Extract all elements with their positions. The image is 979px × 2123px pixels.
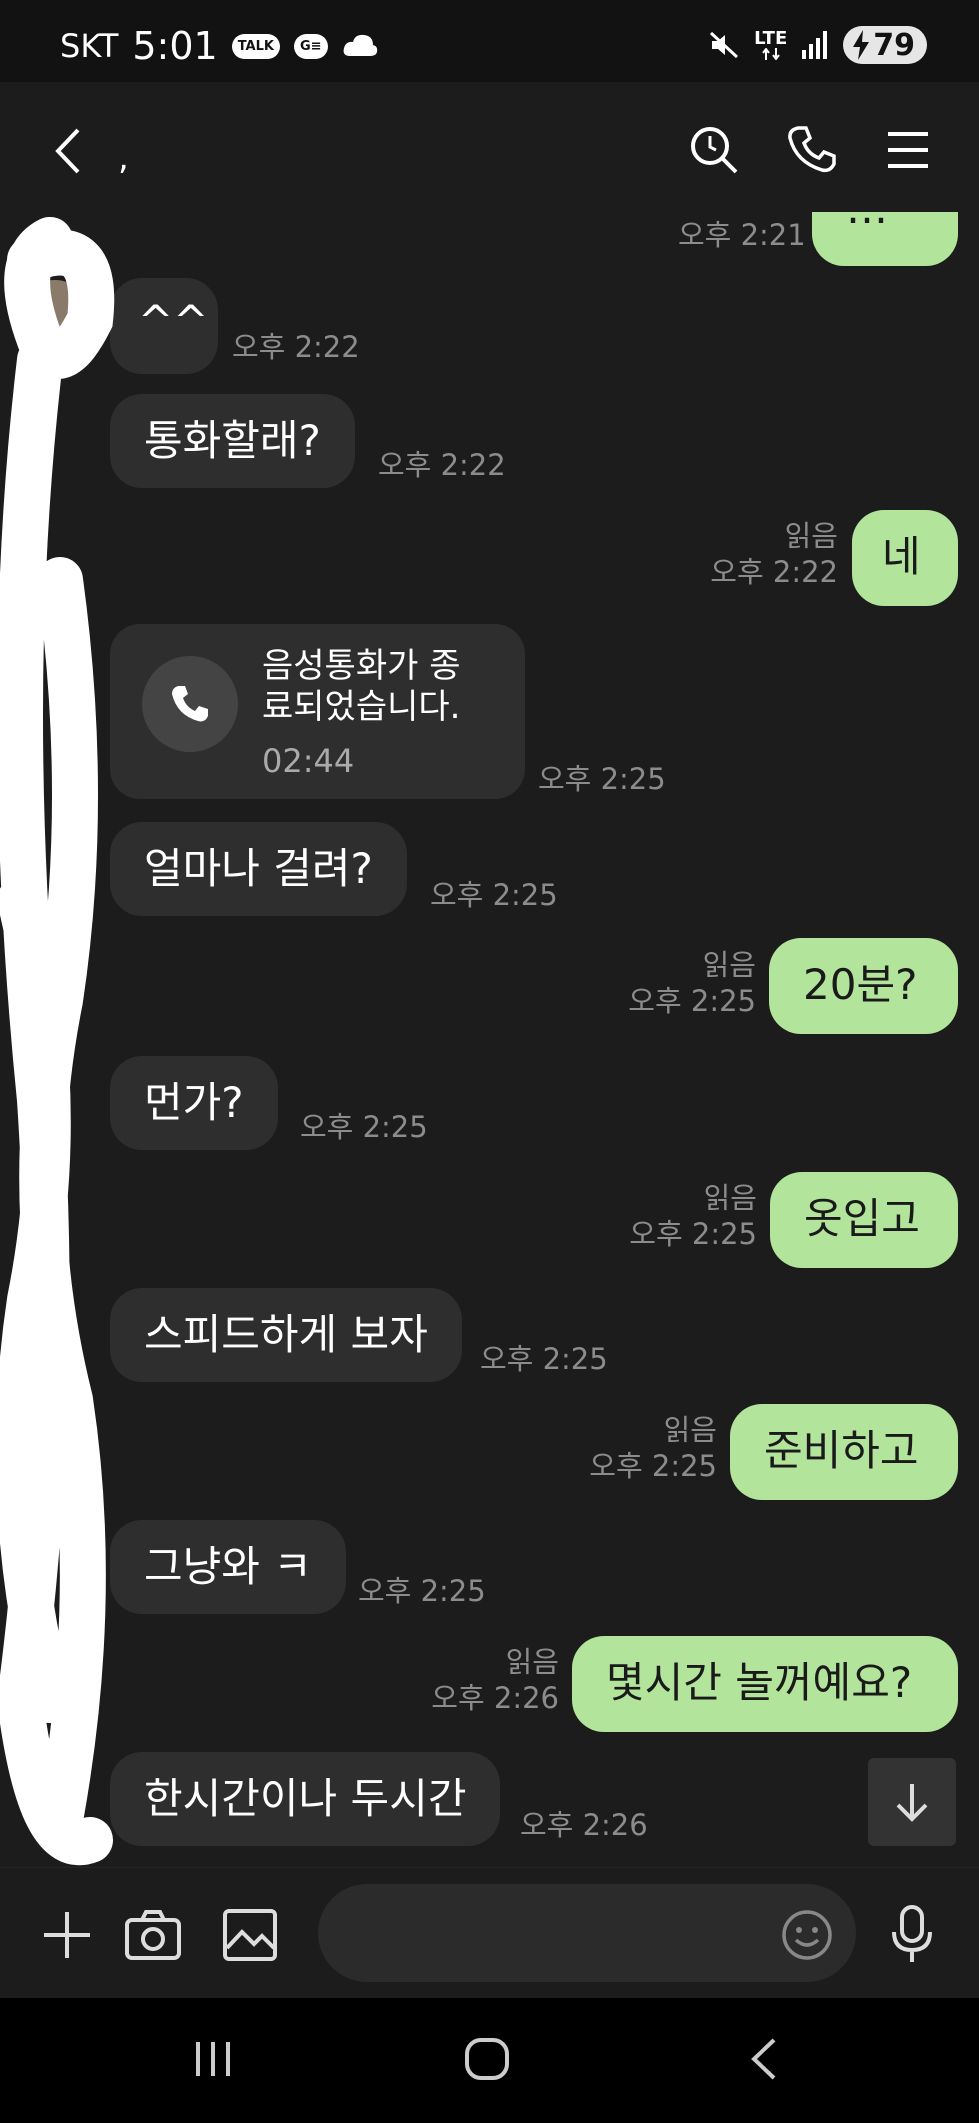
message-meta: 읽음 오후 2:25 bbox=[628, 947, 756, 1020]
ge-notification-icon: G≡ bbox=[293, 33, 328, 59]
message-bubble-incoming[interactable]: ^^ bbox=[110, 278, 218, 374]
contact-avatar[interactable] bbox=[20, 280, 90, 350]
call-icon-circle bbox=[142, 656, 238, 752]
message-time: 오후 2:25 bbox=[480, 1342, 608, 1376]
message-time: 오후 2:25 bbox=[430, 878, 558, 912]
call-ended-card[interactable]: 음성통화가 종 료되었습니다. 02:44 bbox=[110, 624, 525, 799]
message-meta: 읽음 오후 2:26 bbox=[431, 1644, 559, 1717]
cloud-notification-icon bbox=[343, 34, 377, 56]
read-receipt: 읽음 bbox=[663, 1413, 717, 1447]
message-time: 오후 2:22 bbox=[378, 448, 506, 482]
message-bubble-outgoing[interactable]: … bbox=[812, 212, 958, 266]
charging-icon bbox=[853, 30, 870, 60]
message-bubble-outgoing[interactable]: 20분? bbox=[769, 938, 958, 1034]
message-time: 오후 2:26 bbox=[431, 1681, 559, 1716]
call-status-line2: 료되었습니다. bbox=[262, 686, 461, 727]
message-input[interactable] bbox=[318, 1884, 856, 1982]
plus-icon[interactable] bbox=[40, 1908, 94, 1962]
microphone-icon[interactable] bbox=[888, 1904, 936, 1966]
menu-icon[interactable] bbox=[880, 122, 936, 178]
message-bubble-incoming[interactable]: 통화할래? bbox=[110, 394, 355, 489]
message-bubble-outgoing[interactable]: 옷입고 bbox=[770, 1172, 958, 1268]
status-bar: SKT 5:01 TALK G≡ LTE 79 bbox=[0, 0, 979, 82]
call-status-line1: 음성통화가 종 bbox=[262, 646, 461, 686]
chat-title: , bbox=[118, 138, 129, 178]
message-time: 오후 2:22 bbox=[232, 330, 360, 364]
emoji-icon[interactable] bbox=[780, 1908, 834, 1962]
back-arrow-icon[interactable] bbox=[48, 126, 88, 176]
arrow-down-icon bbox=[896, 1784, 928, 1822]
phone-icon[interactable] bbox=[784, 122, 840, 178]
message-bubble-outgoing[interactable]: 준비하고 bbox=[730, 1404, 958, 1500]
kakaotalk-notification-icon: TALK bbox=[231, 33, 280, 59]
read-receipt: 읽음 bbox=[505, 1645, 559, 1679]
clock: 5:01 bbox=[132, 24, 218, 68]
message-time: 오후 2:25 bbox=[358, 1574, 486, 1608]
search-icon[interactable] bbox=[686, 122, 742, 178]
signal-icon bbox=[802, 31, 828, 59]
read-receipt: 읽음 bbox=[784, 519, 838, 553]
message-bubble-incoming[interactable]: 그냥와 ㅋ bbox=[110, 1520, 346, 1615]
message-bubble-incoming[interactable]: 얼마나 걸려? bbox=[110, 822, 407, 917]
data-arrows-icon bbox=[761, 48, 780, 60]
chat-area: … 오후 2:21 ^^ 오후 2:22 통화할래? 오후 2:22 네 읽음 … bbox=[0, 212, 979, 1867]
carrier-label: SKT bbox=[60, 27, 119, 65]
message-input-bar bbox=[0, 1867, 979, 1999]
message-bubble-incoming[interactable]: 스피드하게 보자 bbox=[110, 1288, 462, 1383]
scroll-to-bottom-button[interactable] bbox=[868, 1758, 956, 1846]
read-receipt: 읽음 bbox=[703, 1181, 757, 1215]
message-time: 오후 2:25 bbox=[628, 984, 756, 1019]
message-time: 오후 2:21 bbox=[678, 218, 806, 252]
message-meta: 읽음 오후 2:25 bbox=[629, 1180, 757, 1253]
read-receipt: 읽음 bbox=[702, 948, 756, 982]
home-icon[interactable] bbox=[462, 2036, 512, 2082]
phone-icon bbox=[172, 686, 208, 722]
network-type: LTE bbox=[754, 28, 788, 49]
message-meta: 읽음 오후 2:25 bbox=[589, 1412, 717, 1485]
chat-header: , bbox=[0, 82, 979, 212]
message-time: 오후 2:25 bbox=[300, 1110, 428, 1144]
battery-indicator: 79 bbox=[843, 26, 927, 64]
message-time: 오후 2:25 bbox=[629, 1217, 757, 1252]
mute-icon bbox=[710, 31, 739, 59]
message-meta: 읽음 오후 2:22 bbox=[710, 518, 838, 591]
system-navigation-bar bbox=[0, 1998, 979, 2123]
message-bubble-outgoing[interactable]: 몇시간 놀꺼예요? bbox=[572, 1636, 958, 1732]
message-bubble-incoming[interactable]: 한시간이나 두시간 bbox=[110, 1752, 501, 1847]
call-duration: 02:44 bbox=[262, 742, 355, 780]
message-time: 오후 2:25 bbox=[538, 762, 666, 796]
recent-apps-icon[interactable] bbox=[190, 2036, 236, 2082]
battery-level: 79 bbox=[873, 27, 915, 63]
gallery-icon[interactable] bbox=[222, 1908, 278, 1962]
camera-icon[interactable] bbox=[124, 1908, 182, 1962]
back-nav-icon[interactable] bbox=[744, 2036, 784, 2082]
message-time: 오후 2:26 bbox=[520, 1808, 648, 1842]
message-bubble-outgoing[interactable]: 네 bbox=[852, 510, 958, 606]
message-bubble-incoming[interactable]: 먼가? bbox=[110, 1056, 278, 1151]
message-time: 오후 2:25 bbox=[589, 1449, 717, 1484]
message-time: 오후 2:22 bbox=[710, 555, 838, 590]
call-status-text: 음성통화가 종 료되었습니다. bbox=[262, 646, 461, 728]
